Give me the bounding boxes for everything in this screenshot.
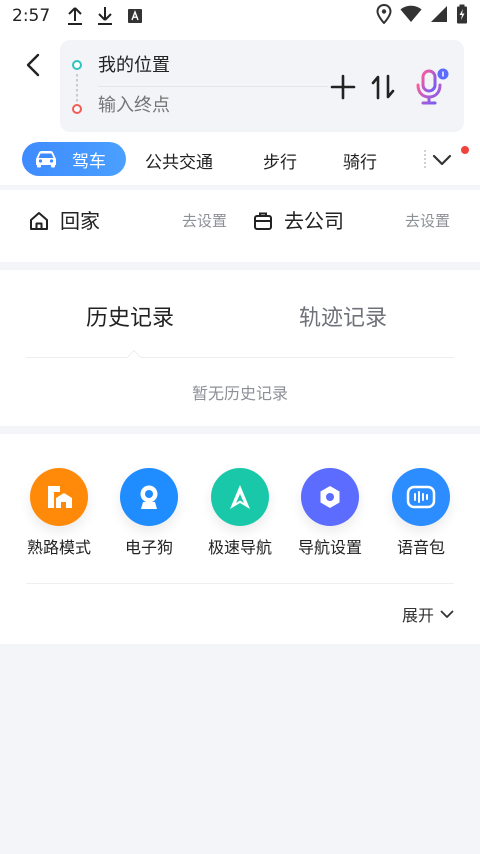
notification-dot [461,146,469,154]
tab-drive[interactable]: 驾车 [22,142,126,176]
camera-icon [120,468,178,526]
tab-track[interactable]: 轨迹记录 [299,300,387,332]
transport-tabs: 驾车 公共交通 步行 骑行 [0,140,480,180]
tool-speed-camera[interactable]: 电子狗 [109,468,189,558]
route-divider [98,86,328,87]
tool-voice-pack-label: 语音包 [396,538,445,557]
favorite-places: 回家 去设置 去公司 去设置 [0,190,480,262]
briefcase-icon [252,210,274,232]
tool-familiar-route-label: 熟路模式 [26,538,91,557]
home-setup-link[interactable]: 去设置 [182,210,227,231]
signal-icon [430,5,448,28]
history-panel: 历史记录 轨迹记录 暂无历史记录 [0,270,480,426]
company-label[interactable]: 去公司 [284,205,344,234]
tool-fast-navigation-label: 极速导航 [207,538,272,557]
start-location-field[interactable]: 我的位置 [98,51,170,77]
home-icon [28,210,50,232]
tools-panel: 熟路模式 电子狗 极速导航 导航设置 语音包 展开 [0,434,480,644]
expand-label: 展开 [401,606,434,625]
expand-button[interactable]: 展开 [402,602,454,626]
car-icon [36,151,56,168]
battery-icon [456,4,468,29]
arrow-nav-icon [211,468,269,526]
plus-icon [330,74,356,100]
voice-input-button[interactable] [412,64,452,108]
chevron-down-icon [432,154,452,166]
tab-cycle[interactable]: 骑行 [343,148,377,173]
gear-icon [301,468,359,526]
tool-navigation-settings-label: 导航设置 [297,538,362,557]
tool-fast-navigation[interactable]: 极速导航 [200,468,280,558]
microphone-icon [416,68,449,105]
home-label[interactable]: 回家 [60,205,100,234]
history-empty-text: 暂无历史记录 [191,384,288,403]
add-waypoint-button[interactable] [326,70,360,104]
back-button[interactable] [18,50,48,80]
tab-walk[interactable]: 步行 [263,148,297,173]
history-divider [26,357,454,358]
route-input-box: 我的位置 [60,40,464,132]
more-tabs-button[interactable] [420,146,464,174]
start-dot-icon [72,60,82,70]
tool-navigation-settings[interactable]: 导航设置 [290,468,370,558]
destination-input[interactable] [98,95,318,116]
active-tab-indicator [126,349,142,365]
swap-route-button[interactable] [366,70,400,104]
tab-drive-label: 驾车 [72,151,106,172]
swap-icon [371,74,395,100]
status-time: 2:57 [12,6,51,26]
route-header: 我的位置 输入终点 驾车 公共交通 步行 骑行 [0,32,480,185]
upload-icon [64,5,86,27]
wifi-icon [400,5,422,28]
chevron-down-icon [440,610,454,618]
end-dot-icon [72,104,82,114]
location-icon [376,3,392,29]
status-bar: 2:57 [0,0,480,32]
tool-speed-camera-label: 电子狗 [124,538,173,557]
tool-voice-pack[interactable]: 语音包 [381,468,461,558]
tools-divider [26,583,454,584]
company-setup-link[interactable]: 去设置 [405,210,450,231]
font-icon [124,5,146,27]
download-icon [94,5,116,27]
voice-pack-icon [392,468,450,526]
chevron-left-icon [26,53,40,77]
familiar-route-icon [30,468,88,526]
tool-familiar-route[interactable]: 熟路模式 [19,468,99,558]
route-connector [76,74,78,102]
tab-public-transit[interactable]: 公共交通 [145,148,213,173]
tab-history[interactable]: 历史记录 [86,300,174,332]
